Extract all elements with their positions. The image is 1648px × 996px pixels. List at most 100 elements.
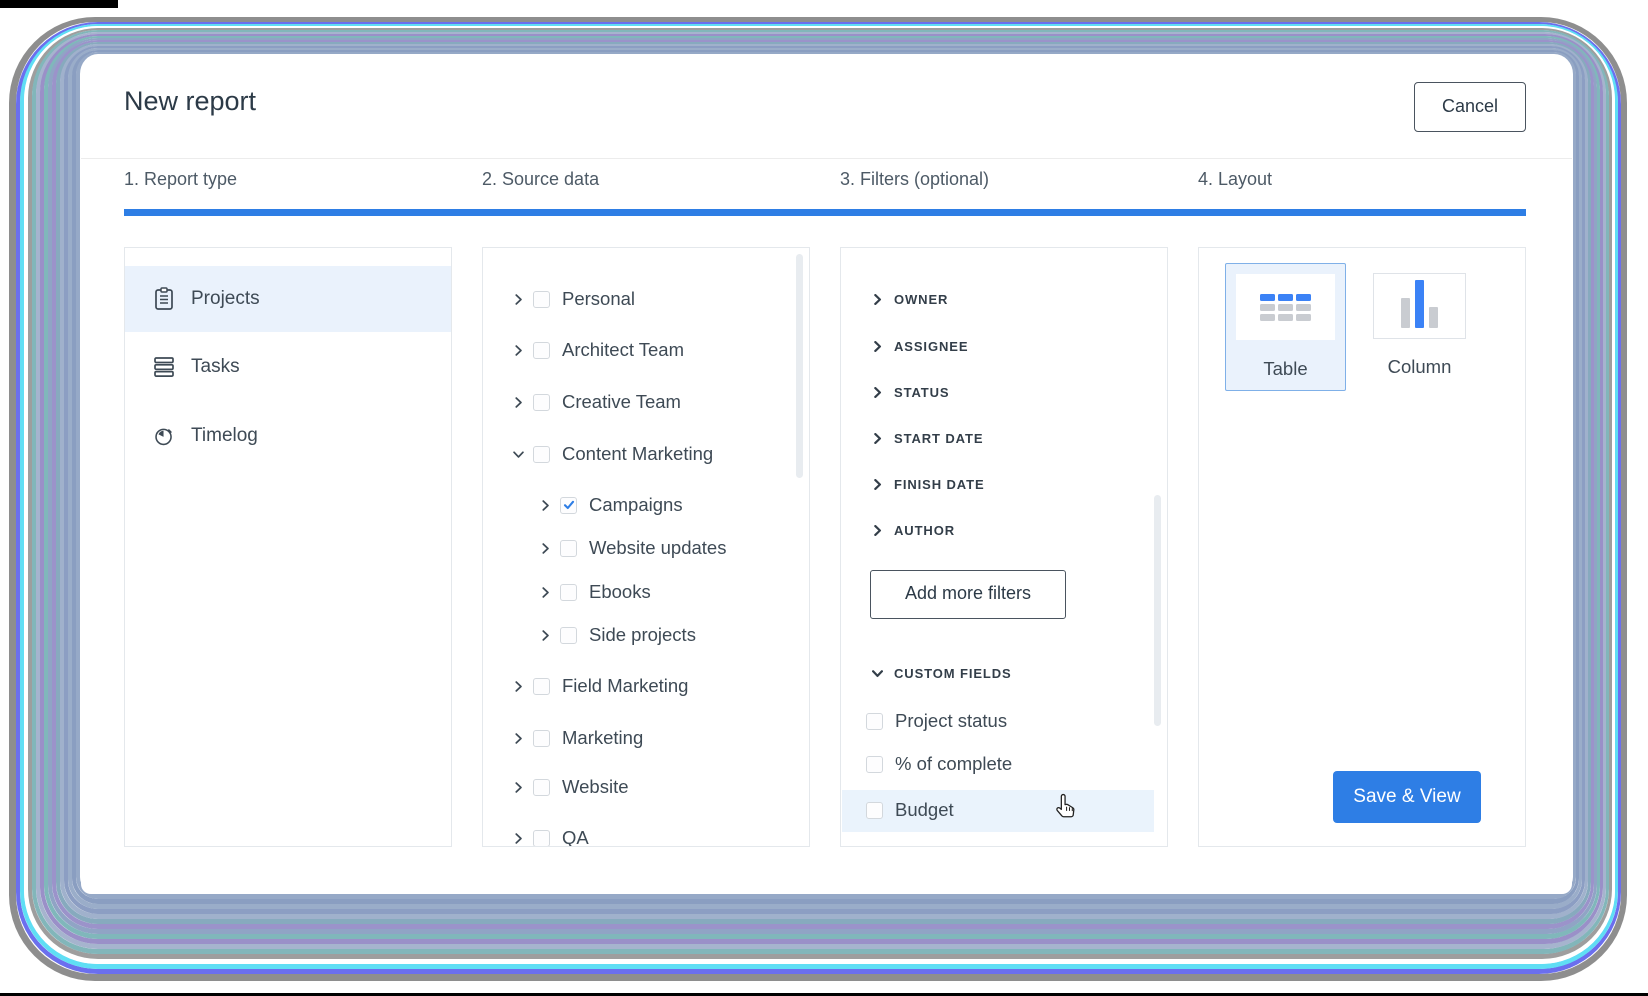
tree-item[interactable]: Website updates [539, 531, 726, 565]
custom-field-label: % of complete [895, 753, 1013, 774]
filter-label: AUTHOR [894, 522, 956, 538]
custom-field-budget[interactable]: Budget [866, 793, 954, 827]
header-divider [81, 158, 1572, 159]
checkbox[interactable] [533, 393, 550, 411]
chevron-right-icon[interactable] [871, 432, 883, 444]
checkbox[interactable] [533, 829, 550, 846]
tree-item-label: Content Marketing [562, 443, 714, 464]
filter-label: OWNER [894, 291, 949, 307]
report-type-projects[interactable]: Projects [125, 266, 451, 332]
chevron-down-icon[interactable] [512, 448, 524, 460]
filter-owner[interactable]: OWNER [871, 289, 948, 309]
checkbox[interactable] [533, 341, 550, 359]
tree-item-label: Website updates [589, 537, 727, 558]
custom-field-percent-complete[interactable]: % of complete [866, 747, 1012, 781]
custom-field-project-status[interactable]: Project status [866, 704, 1007, 738]
new-report-dialog: New report Cancel 1. Report type 2. Sour… [81, 60, 1572, 894]
tree-item-label: Marketing [562, 727, 644, 748]
step-layout[interactable]: 4. Layout [1198, 169, 1272, 190]
filter-author[interactable]: AUTHOR [871, 520, 955, 540]
custom-field-label: Project status [895, 710, 1008, 731]
chevron-right-icon[interactable] [539, 586, 551, 598]
chevron-right-icon[interactable] [512, 832, 524, 844]
tree-item[interactable]: QA [512, 821, 589, 847]
tree-item[interactable]: Creative Team [512, 385, 681, 419]
chevron-right-icon[interactable] [871, 293, 883, 305]
tree-item-label: Website [562, 776, 629, 797]
tree-item[interactable]: Personal [512, 282, 635, 316]
screen-edge-artifact-top [0, 0, 118, 8]
checkbox[interactable] [533, 778, 550, 796]
report-type-timelog[interactable]: Timelog [125, 403, 451, 469]
tree-item[interactable]: Architect Team [512, 333, 684, 367]
source-data-panel: Personal Architect Team Creative Team Co… [482, 247, 810, 847]
cancel-button[interactable]: Cancel [1414, 82, 1526, 132]
custom-field-label: Budget [895, 799, 954, 820]
tree-item[interactable]: Field Marketing [512, 669, 688, 703]
chevron-right-icon[interactable] [512, 293, 524, 305]
tree-item[interactable]: Side projects [539, 618, 696, 652]
tree-item-label: Ebooks [589, 581, 651, 602]
tree-item[interactable]: Content Marketing [512, 437, 713, 471]
chevron-down-icon[interactable] [871, 667, 883, 679]
tree-item-label: QA [562, 827, 589, 847]
report-type-label: Tasks [191, 356, 240, 377]
checkbox[interactable] [560, 583, 577, 601]
chevron-right-icon[interactable] [871, 524, 883, 536]
checkbox[interactable] [560, 539, 577, 557]
tree-item[interactable]: Website [512, 770, 629, 804]
save-and-view-button[interactable]: Save & View [1333, 771, 1481, 823]
scrollbar[interactable] [796, 254, 803, 478]
chevron-right-icon[interactable] [512, 680, 524, 692]
filter-label: START DATE [894, 430, 984, 446]
chevron-right-icon[interactable] [871, 478, 883, 490]
chevron-right-icon[interactable] [539, 499, 551, 511]
step-report-type[interactable]: 1. Report type [124, 169, 237, 190]
checkbox-checked[interactable] [560, 496, 577, 514]
column-chart-icon[interactable] [1373, 273, 1466, 339]
table-icon [1236, 274, 1335, 340]
checkbox[interactable] [533, 677, 550, 695]
tree-item-label: Field Marketing [562, 675, 689, 696]
tree-item-label: Personal [562, 288, 636, 309]
tree-item[interactable]: Marketing [512, 721, 643, 755]
chevron-right-icon[interactable] [512, 396, 524, 408]
report-type-label: Projects [191, 288, 260, 309]
filter-label: ASSIGNEE [894, 338, 969, 354]
checkbox[interactable] [533, 445, 550, 463]
filter-label: FINISH DATE [894, 476, 985, 492]
checkbox[interactable] [866, 755, 883, 773]
filter-start-date[interactable]: START DATE [871, 428, 983, 448]
chevron-right-icon[interactable] [539, 629, 551, 641]
filter-custom-fields[interactable]: CUSTOM FIELDS [871, 663, 1012, 683]
step-filters[interactable]: 3. Filters (optional) [840, 169, 989, 190]
filter-label: CUSTOM FIELDS [894, 665, 1012, 681]
add-more-filters-button[interactable]: Add more filters [870, 570, 1066, 619]
chevron-right-icon[interactable] [871, 386, 883, 398]
layout-option-table[interactable]: Table [1225, 263, 1346, 391]
filter-status[interactable]: STATUS [871, 382, 949, 402]
chevron-right-icon[interactable] [539, 542, 551, 554]
checkbox[interactable] [866, 712, 883, 730]
chevron-right-icon[interactable] [512, 344, 524, 356]
layout-panel: Table Column Save & View [1198, 247, 1526, 847]
filter-assignee[interactable]: ASSIGNEE [871, 336, 968, 356]
checkbox[interactable] [560, 626, 577, 644]
projects-icon [153, 287, 175, 311]
chevron-right-icon[interactable] [512, 781, 524, 793]
checkbox[interactable] [533, 290, 550, 308]
steps-active-underline [124, 209, 1526, 216]
checkbox[interactable] [866, 801, 883, 819]
report-type-tasks[interactable]: Tasks [125, 334, 451, 400]
tree-item-label: Architect Team [562, 339, 685, 360]
filter-finish-date[interactable]: FINISH DATE [871, 474, 985, 494]
step-source-data[interactable]: 2. Source data [482, 169, 599, 190]
checkbox[interactable] [533, 729, 550, 747]
scrollbar[interactable] [1154, 495, 1161, 726]
tree-item[interactable]: Ebooks [539, 575, 651, 609]
tree-item[interactable]: Campaigns [539, 488, 683, 522]
page-title: New report [124, 86, 257, 116]
chevron-right-icon[interactable] [512, 732, 524, 744]
filters-panel: OWNER ASSIGNEE STATUS START DATE FINISH … [840, 247, 1168, 847]
chevron-right-icon[interactable] [871, 340, 883, 352]
